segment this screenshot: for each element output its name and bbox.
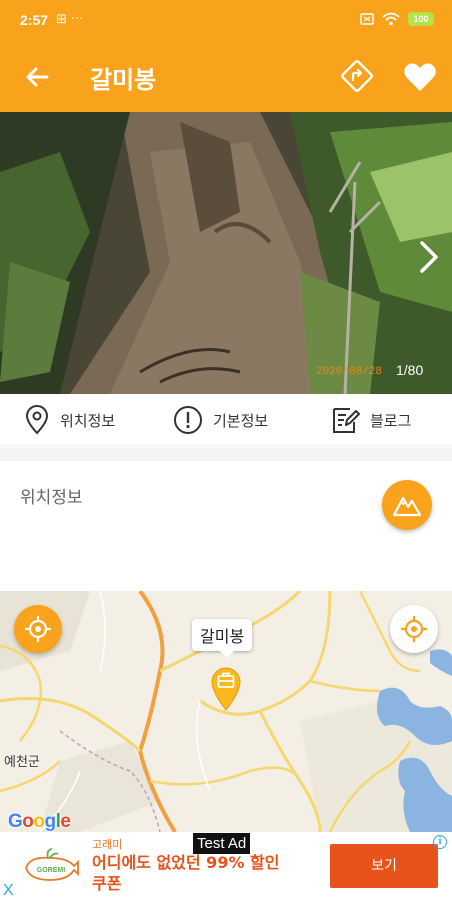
tab-blog[interactable]: 블로그 [330, 394, 411, 446]
my-location-button[interactable] [14, 605, 62, 653]
map-view[interactable]: 갈미봉 예천군 Google [0, 591, 452, 832]
spot-photo[interactable]: 2020/08/28 1/80 [0, 112, 452, 394]
tab-location-label: 위치정보 [60, 411, 116, 430]
ad-view-button[interactable]: 보기 [330, 844, 438, 888]
tab-blog-label: 블로그 [370, 411, 412, 430]
map-marker-callout[interactable]: 갈미봉 [192, 619, 253, 658]
ad-logo-text: GOREMI [37, 867, 65, 874]
photo-counter: 1/80 [396, 362, 424, 378]
blog-edit-icon [333, 408, 360, 433]
status-bar: 2:57 ⊞ ··· 100 [0, 0, 452, 42]
back-arrow-icon[interactable] [20, 60, 54, 94]
sim-icon [360, 13, 374, 25]
location-section: 위치정보 [0, 461, 452, 591]
crosshair-icon [25, 616, 51, 642]
app-toolbar: 갈미봉 [0, 42, 452, 112]
page-title: 갈미봉 [90, 66, 157, 94]
status-notification-icons: ⊞ ··· [56, 12, 84, 27]
location-pin-icon [25, 405, 49, 435]
info-tabs: 위치정보 기본정보 블로그 [0, 394, 452, 446]
tab-basic-info-label: 기본정보 [213, 411, 269, 430]
favorite-heart-icon[interactable] [402, 59, 438, 95]
google-letter: o [33, 811, 45, 832]
google-letter: g [44, 811, 57, 832]
location-section-title: 위치정보 [20, 488, 83, 508]
mountain-button[interactable] [382, 480, 432, 530]
map-town-label: 예천군 [4, 755, 40, 770]
map-marker-icon[interactable] [208, 664, 244, 712]
google-logo: Google [8, 811, 71, 832]
mountain-icon [392, 496, 422, 517]
google-letter: G [8, 811, 23, 832]
status-right-icons: 100 [360, 12, 434, 26]
directions-icon[interactable] [338, 57, 376, 95]
battery-icon: 100 [408, 12, 434, 26]
photo-date-stamp: 2020/08/28 [316, 366, 383, 378]
ad-headline: 어디에도 없었던 99% 할인 쿠폰 [92, 853, 280, 893]
crosshair-icon [401, 616, 427, 642]
tab-location[interactable]: 위치정보 [24, 394, 115, 446]
test-ad-label: Test Ad [193, 833, 251, 854]
google-letter: o [22, 811, 34, 832]
ad-info-icon[interactable]: i [433, 835, 447, 849]
forest-trail-photo [0, 112, 452, 394]
tab-basic-info[interactable]: 기본정보 [173, 394, 268, 446]
status-time: 2:57 [20, 12, 49, 28]
advertiser-logo: GOREMI [25, 848, 79, 881]
ad-close-icon[interactable]: X [3, 882, 14, 900]
ad-banner[interactable]: Test Ad GOREMI 고래미 어디에도 없었던 99% 할인 쿠폰 보기… [0, 832, 452, 900]
photo-next-chevron-icon[interactable] [414, 237, 442, 277]
wifi-icon [382, 12, 400, 26]
section-divider [0, 447, 452, 461]
ad-brand-name: 고래미 [92, 838, 123, 851]
center-map-button[interactable] [390, 605, 438, 653]
google-letter: e [60, 811, 71, 832]
info-icon [174, 406, 202, 434]
